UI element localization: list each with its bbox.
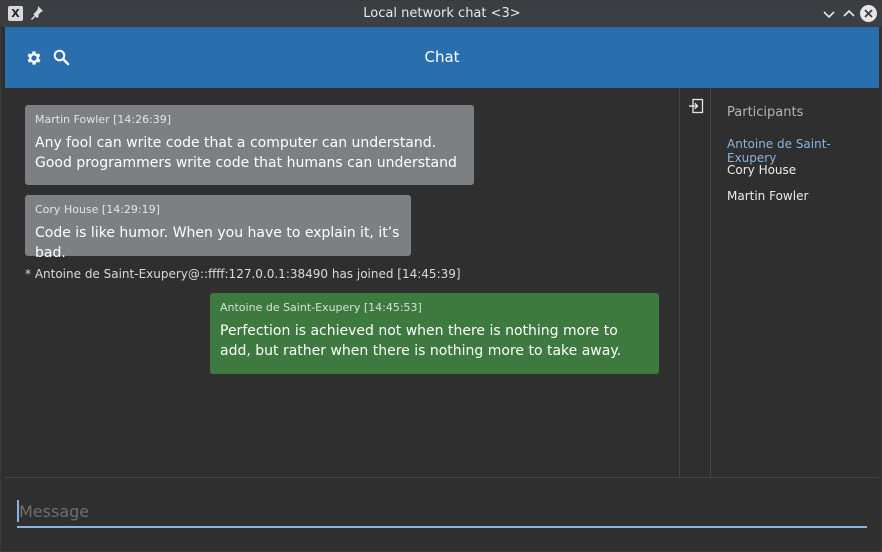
collapse-panel-icon[interactable] [688,98,704,114]
page-title: Chat [424,48,460,66]
message-author: Cory House [14:29:19] [35,203,160,216]
own-message-bubble: Antoine de Saint-Exupery [14:45:53] Perf… [210,293,659,374]
maximize-icon[interactable] [841,6,857,22]
message-text: Any fool can write code that a computer … [35,135,457,171]
participants-heading: Participants [727,105,804,120]
window-titlebar[interactable]: X Local network chat <3> [1,1,882,27]
message-author: Martin Fowler [14:26:39] [35,113,172,126]
message-text: Perfection is achieved not when there is… [220,323,622,359]
close-icon[interactable] [860,5,877,22]
participant-item[interactable]: Antoine de Saint-Exupery [727,137,879,165]
message-bubble: Cory House [14:29:19] Code is like humor… [25,195,411,261]
text-caret [17,500,19,522]
participants-panel: Participants Antoine de Saint-Exupery Co… [711,88,879,477]
composer [5,478,879,549]
message-text: Code is like humor. When you have to exp… [35,225,400,261]
message-input[interactable] [17,496,867,528]
minimize-icon[interactable] [821,6,837,22]
message-author: Antoine de Saint-Exupery [14:45:53] [220,301,422,314]
join-notice: * Antoine de Saint-Exupery@::ffff:127.0.… [25,267,461,281]
message-bubble: Martin Fowler [14:26:39] Any fool can wr… [25,105,474,185]
participant-item[interactable]: Martin Fowler [727,189,808,203]
app-window: X Local network chat <3> Chat Martin Fow… [0,0,882,552]
participant-item[interactable]: Cory House [727,163,796,177]
participants-toggle-column [680,88,710,477]
window-title: Local network chat <3> [363,6,521,21]
message-list[interactable]: Martin Fowler [14:26:39] Any fool can wr… [5,88,679,477]
chat-header: Chat [5,27,879,88]
